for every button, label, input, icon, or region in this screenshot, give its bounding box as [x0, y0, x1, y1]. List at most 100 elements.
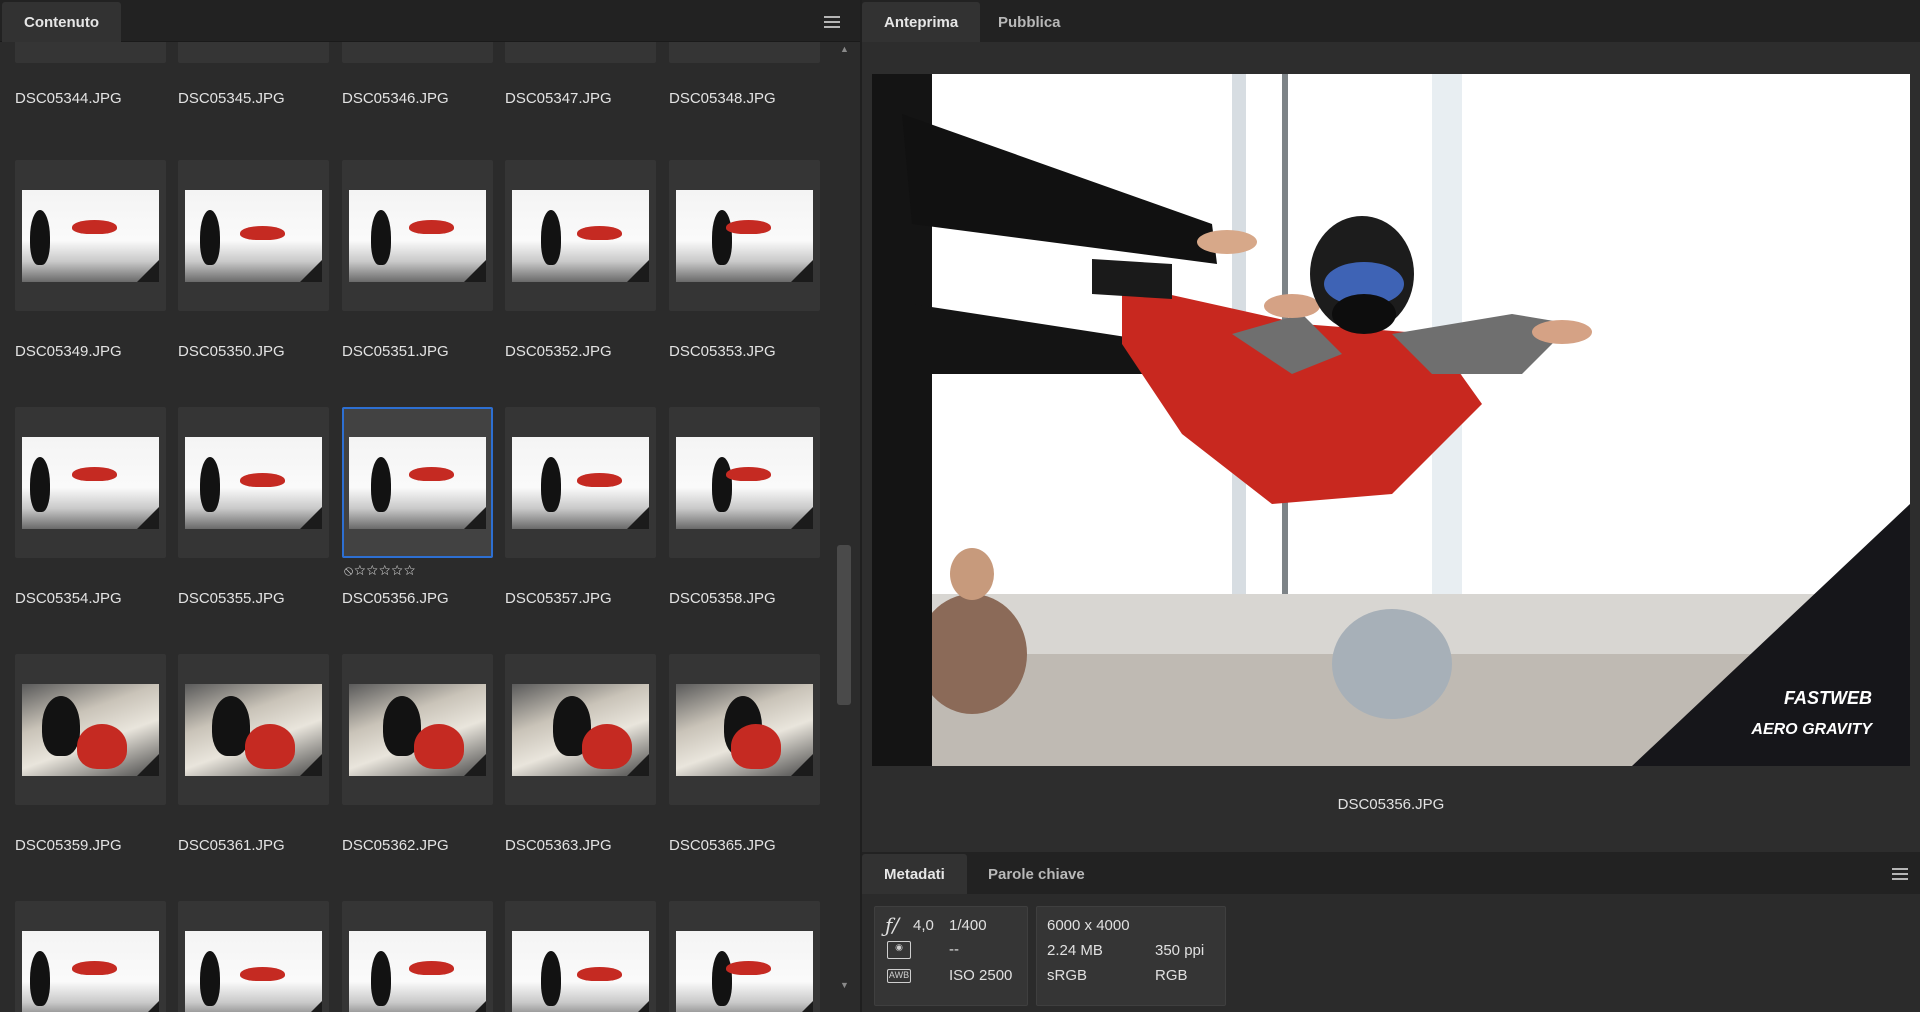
- figure-shape: [541, 951, 561, 1006]
- figure-shape: [409, 467, 454, 481]
- thumbnail[interactable]: [505, 407, 656, 558]
- watermark-corner: [627, 507, 649, 529]
- color-profile-value: sRGB: [1047, 967, 1088, 984]
- thumbnail[interactable]: [669, 654, 820, 805]
- tab-contenuto[interactable]: Contenuto: [2, 2, 121, 42]
- figure-shape: [245, 724, 295, 769]
- thumbnail[interactable]: [178, 654, 329, 805]
- thumbnail[interactable]: [342, 654, 493, 805]
- figure-shape: [712, 951, 732, 1006]
- preview-image[interactable]: FASTWEB AERO GRAVITY: [872, 74, 1910, 766]
- scroll-down-icon[interactable]: ▼: [840, 980, 849, 990]
- thumbnail[interactable]: [178, 42, 329, 63]
- color-mode-value: RGB: [1155, 967, 1188, 984]
- figure-shape: [577, 473, 622, 487]
- thumbnail-filename: DSC05344.JPG: [15, 90, 122, 107]
- camera-info-box: ƒ/ 4,0 1/400 ◉ -- AWB ISO 2500: [874, 906, 1028, 1006]
- thumbnail-filename: DSC05345.JPG: [178, 90, 285, 107]
- figure-shape: [712, 210, 732, 265]
- figure-shape: [30, 210, 50, 265]
- panel-menu-icon[interactable]: [824, 16, 840, 28]
- figure-shape: [200, 457, 220, 512]
- thumbnail-filename: DSC05358.JPG: [669, 590, 776, 607]
- file-size-value: 2.24 MB: [1047, 942, 1103, 959]
- shutter-value: 1/400: [949, 917, 987, 934]
- thumbnail[interactable]: [342, 901, 493, 1012]
- figure-shape: [240, 226, 285, 240]
- thumbnail[interactable]: [15, 42, 166, 63]
- figure-shape: [72, 220, 117, 234]
- figure-shape: [200, 951, 220, 1006]
- thumbnail-photo: [349, 190, 486, 282]
- thumbnail[interactable]: [15, 901, 166, 1012]
- figure-shape: [30, 457, 50, 512]
- scrollbar-thumb[interactable]: [837, 545, 851, 705]
- thumbnail-filename: DSC05362.JPG: [342, 837, 449, 854]
- thumbnail[interactable]: [178, 407, 329, 558]
- thumbnail-photo: [349, 931, 486, 1012]
- thumbnail-photo: [676, 931, 813, 1012]
- thumbnail[interactable]: [669, 407, 820, 558]
- figure-shape: [582, 724, 632, 769]
- thumbnail[interactable]: [178, 160, 329, 311]
- watermark-corner: [791, 754, 813, 776]
- tab-parole-chiave[interactable]: Parole chiave: [966, 854, 1107, 894]
- tab-metadati[interactable]: Metadati: [862, 854, 967, 894]
- figure-shape: [200, 210, 220, 265]
- thumbnail[interactable]: [342, 42, 493, 63]
- preview-photo: FASTWEB AERO GRAVITY: [872, 74, 1910, 766]
- figure-shape: [371, 210, 391, 265]
- preview-tabbar: Anteprima Pubblica: [862, 0, 1920, 42]
- thumbnail[interactable]: [669, 901, 820, 1012]
- figure-shape: [409, 220, 454, 234]
- metadata-menu-icon[interactable]: [1892, 868, 1908, 880]
- thumbnail[interactable]: [669, 160, 820, 311]
- figure-shape: [731, 724, 781, 769]
- thumbnail[interactable]: [505, 654, 656, 805]
- watermark-corner: [300, 1001, 322, 1012]
- watermark-corner: [464, 1001, 486, 1012]
- thumbnail[interactable]: [669, 42, 820, 63]
- figure-shape: [712, 457, 732, 512]
- thumbnail-photo: [185, 190, 322, 282]
- metering-value: --: [949, 941, 959, 958]
- thumbnail-photo: [512, 684, 649, 776]
- rating-stars[interactable]: ⦸☆☆☆☆☆: [344, 562, 416, 579]
- figure-shape: [240, 967, 285, 981]
- figure-shape: [30, 951, 50, 1006]
- watermark-line2: AERO GRAVITY: [1750, 721, 1873, 738]
- thumbnail-photo: [349, 437, 486, 529]
- thumbnail-filename: DSC05353.JPG: [669, 343, 776, 360]
- thumbnail-photo: [512, 931, 649, 1012]
- preview-area: FASTWEB AERO GRAVITY DSC05356.JPG: [862, 42, 1920, 850]
- thumbnail[interactable]: [505, 160, 656, 311]
- aperture-icon: ƒ/: [885, 913, 900, 937]
- thumbnail-photo: [185, 931, 322, 1012]
- watermark-corner: [791, 1001, 813, 1012]
- thumbnail[interactable]: [178, 901, 329, 1012]
- thumbnail[interactable]: [505, 901, 656, 1012]
- file-info-box: 6000 x 4000 2.24 MB 350 ppi sRGB RGB: [1036, 906, 1226, 1006]
- figure-shape: [371, 951, 391, 1006]
- thumbnail[interactable]: [15, 407, 166, 558]
- watermark-corner: [300, 507, 322, 529]
- thumbnail[interactable]: [505, 42, 656, 63]
- figure-shape: [726, 220, 771, 234]
- preview-caption: DSC05356.JPG: [1337, 796, 1445, 813]
- tab-pubblica[interactable]: Pubblica: [976, 2, 1083, 42]
- figure-shape: [726, 467, 771, 481]
- thumbnail[interactable]: [342, 407, 493, 558]
- tab-anteprima[interactable]: Anteprima: [862, 2, 981, 42]
- watermark-corner: [627, 1001, 649, 1012]
- watermark-corner: [137, 754, 159, 776]
- thumbnail[interactable]: [342, 160, 493, 311]
- figure-shape: [726, 961, 771, 975]
- metadata-panel: Metadati Parole chiave ƒ/ 4,0 1/400 ◉ --…: [862, 852, 1920, 1012]
- thumbnail[interactable]: [15, 160, 166, 311]
- scroll-up-icon[interactable]: ▲: [840, 44, 849, 54]
- thumbnail-photo: [22, 190, 159, 282]
- thumbnail-photo: [512, 190, 649, 282]
- thumbnail-filename: DSC05350.JPG: [178, 343, 285, 360]
- thumbnail-filename: DSC05348.JPG: [669, 90, 776, 107]
- thumbnail[interactable]: [15, 654, 166, 805]
